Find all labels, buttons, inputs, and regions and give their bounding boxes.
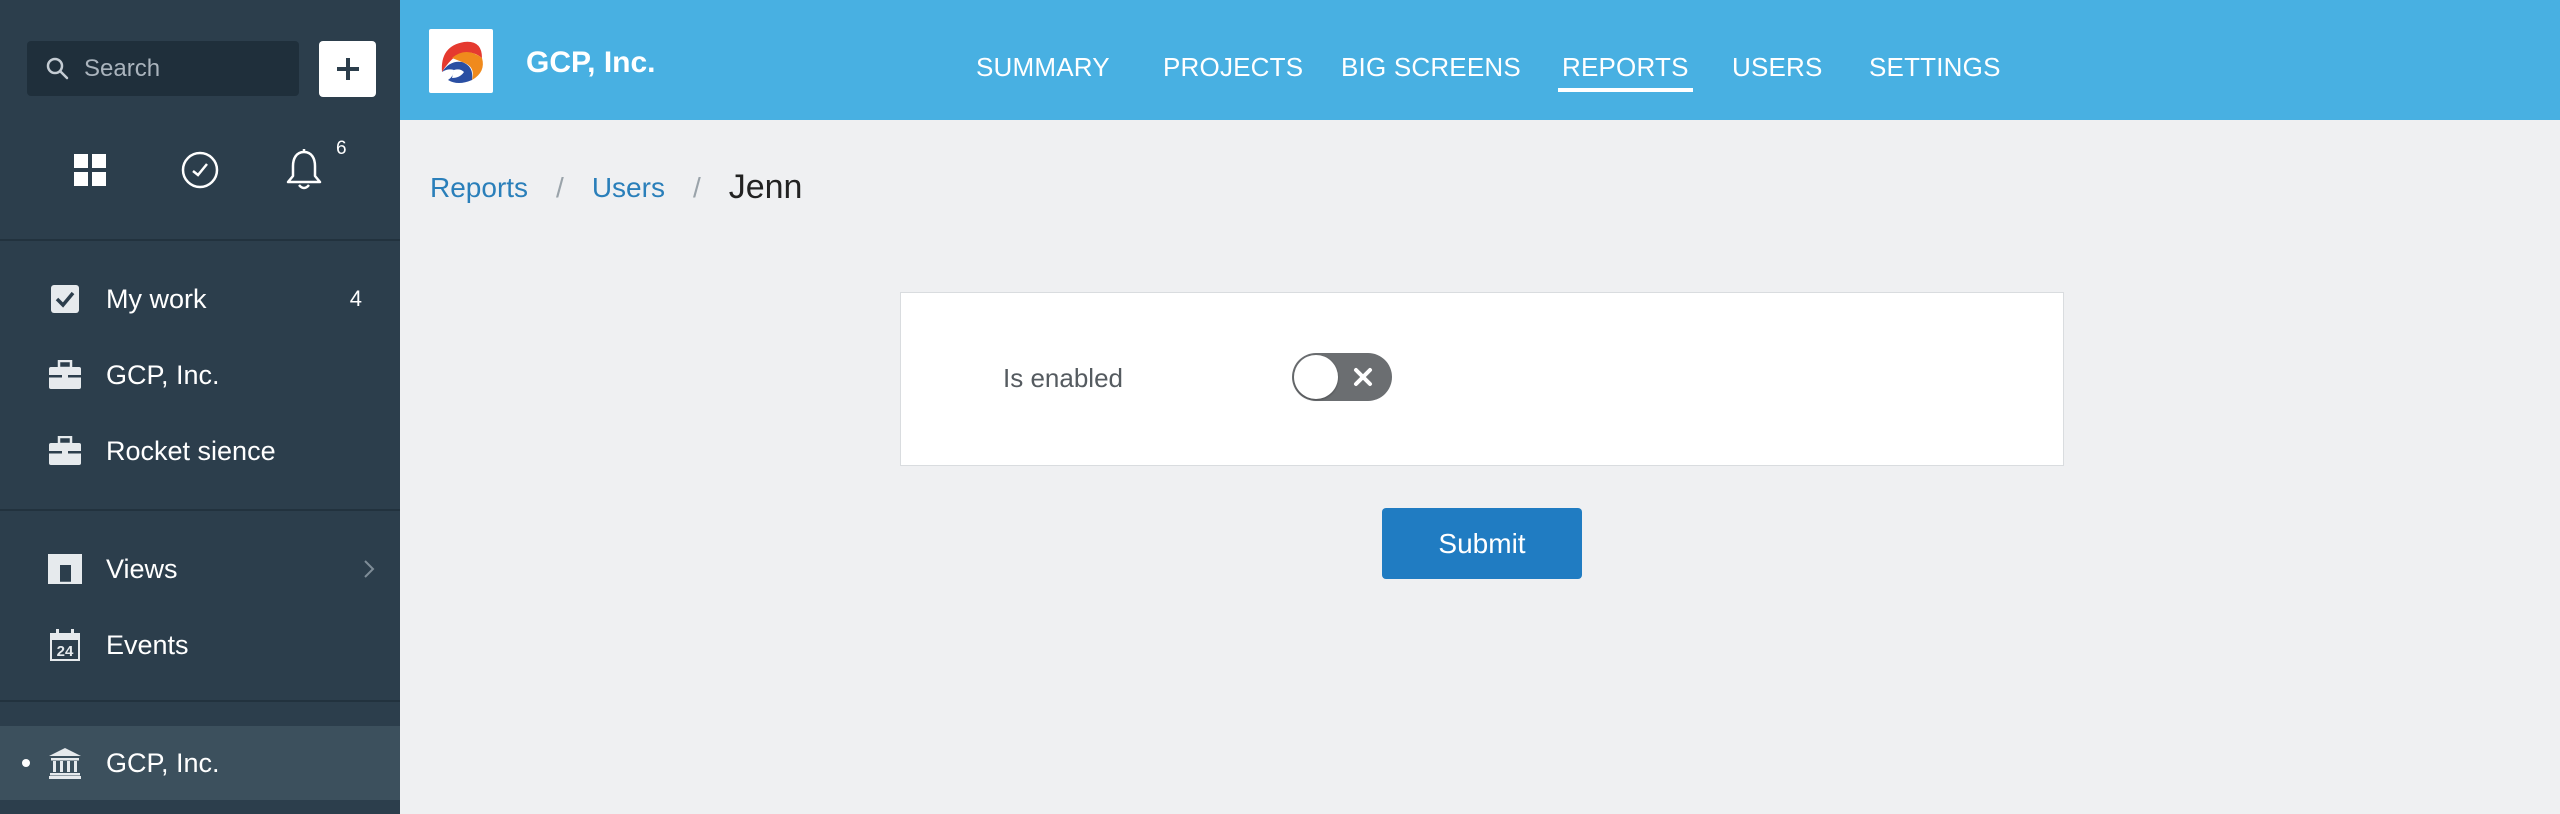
sidebar-item-label: GCP, Inc. [106,747,220,778]
plus-icon [336,58,359,80]
calendar-icon-text: 24 [57,643,74,660]
is-enabled-label: Is enabled [1003,363,1123,393]
tab-projects[interactable]: PROJECTS [1163,52,1303,83]
search-box[interactable] [27,41,299,96]
notification-count: 6 [336,138,347,159]
sidebar-divider [0,509,400,511]
breadcrumb-reports[interactable]: Reports [430,172,528,204]
sidebar-item-my-work[interactable]: My work 4 [0,266,400,332]
add-button[interactable] [319,41,376,97]
sidebar-item-label: Views [106,553,178,584]
bank-icon [48,746,82,780]
top-bar: GCP, Inc. SUMMARY PROJECTS BIG SCREENS R… [400,0,2560,120]
dashboard-button[interactable] [60,140,120,200]
tab-settings[interactable]: SETTINGS [1869,52,2001,83]
tab-summary[interactable]: SUMMARY [976,52,1110,83]
sidebar-item-rocket-sience[interactable]: Rocket sience [0,418,400,484]
toggle-knob [1294,355,1338,399]
sidebar-divider [0,239,400,241]
sidebar-item-gcp[interactable]: GCP, Inc. [0,342,400,408]
active-indicator [22,759,30,767]
submit-button[interactable]: Submit [1382,508,1582,579]
briefcase-icon [48,358,82,392]
settings-card: Is enabled [900,292,2064,466]
notifications-button[interactable] [274,140,334,200]
sidebar: 6 My work 4 GCP, Inc. [0,0,400,814]
views-icon [48,552,82,586]
sidebar-item-events[interactable]: 24 Events [0,612,400,678]
bell-icon [286,149,322,190]
tab-reports[interactable]: REPORTS [1558,52,1693,92]
breadcrumb-users[interactable]: Users [592,172,665,204]
sidebar-item-label: My work [106,283,207,314]
my-work-count: 4 [349,286,362,311]
calendar-icon: 24 [48,628,82,662]
is-enabled-toggle[interactable] [1292,353,1392,401]
briefcase-icon [48,434,82,468]
sidebar-item-label: Rocket sience [106,435,276,466]
sidebar-divider [0,700,400,702]
company-logo[interactable] [429,29,493,93]
checkbox-icon [48,282,82,316]
breadcrumb-current: Jenn [728,168,803,206]
search-icon [46,57,69,79]
sidebar-item-views[interactable]: Views [0,536,400,602]
chevron-right-icon [362,558,376,585]
breadcrumb-separator: / [556,171,564,203]
company-name: GCP, Inc. [526,46,656,79]
time-button[interactable] [170,140,230,200]
tab-big-screens[interactable]: BIG SCREENS [1341,52,1521,83]
breadcrumb: Reports / Users / Jenn [430,168,802,207]
breadcrumb-separator: / [692,171,701,203]
company-logo-icon [441,41,483,83]
close-icon [1354,368,1372,386]
clock-icon [181,151,219,189]
sidebar-item-label: Events [106,629,189,660]
sidebar-item-gcp-org[interactable]: GCP, Inc. [0,726,400,800]
dashboard-grid-icon [74,154,106,186]
tab-users[interactable]: USERS [1732,52,1823,83]
search-input[interactable] [84,54,284,83]
sidebar-item-label: GCP, Inc. [106,359,220,390]
